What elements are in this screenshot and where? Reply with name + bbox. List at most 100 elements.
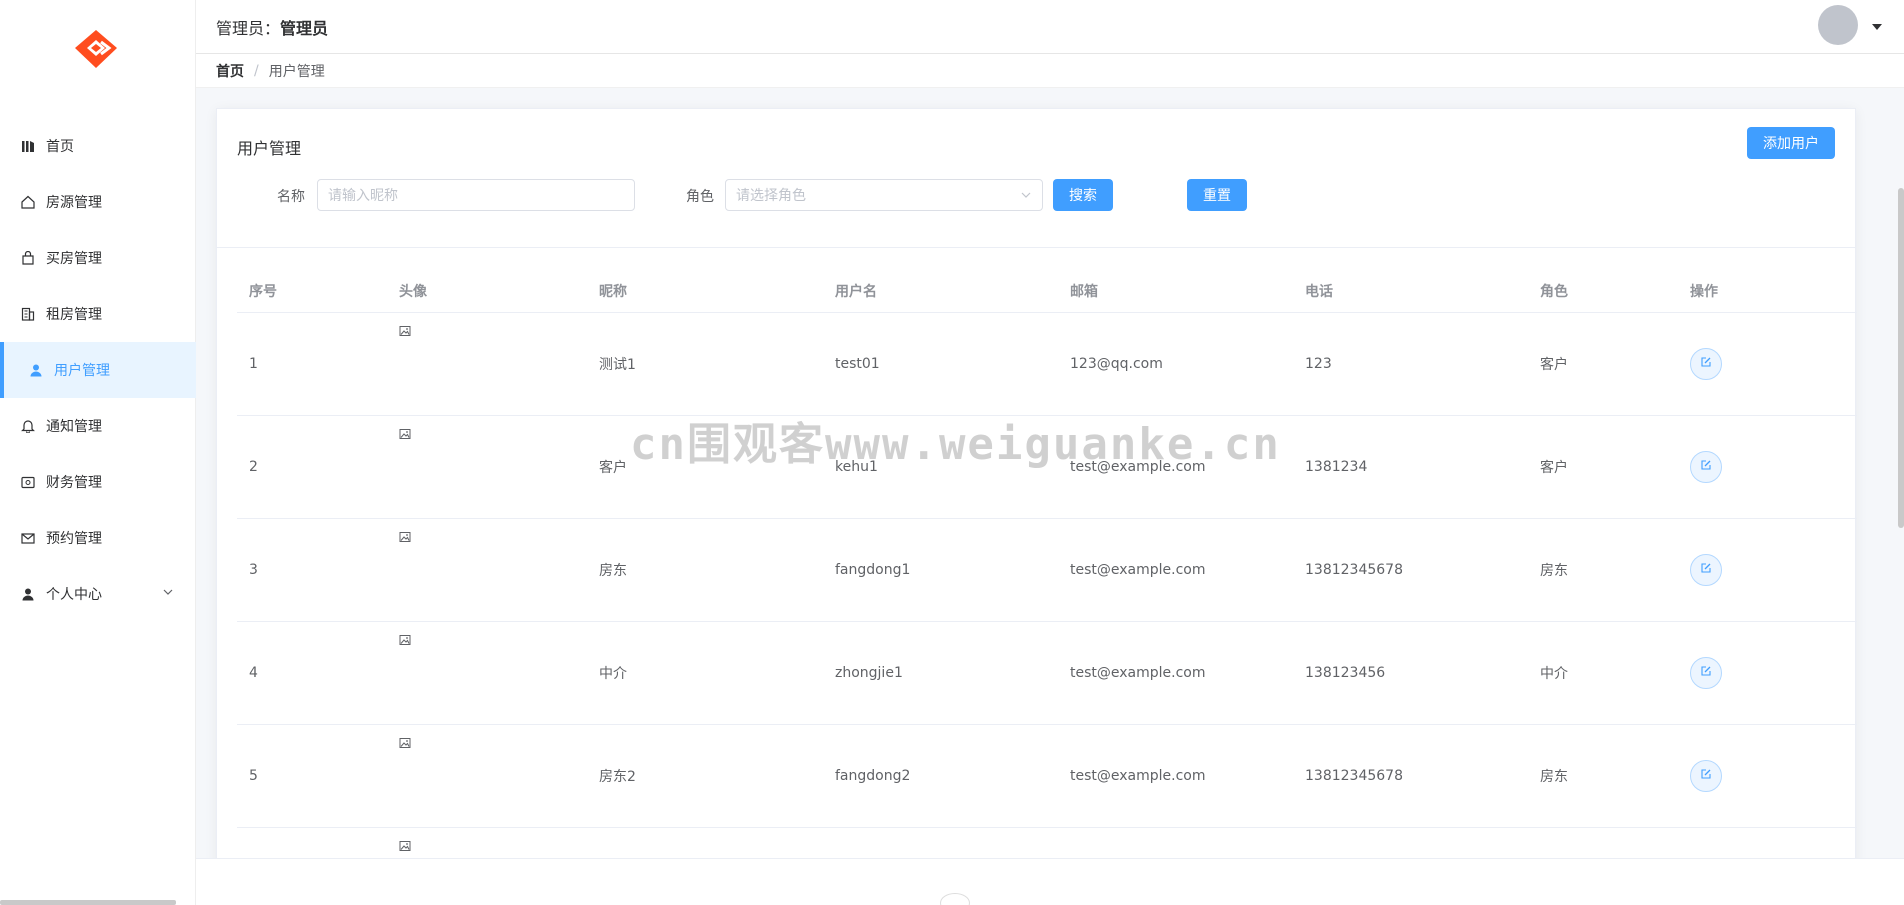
sidebar-item-7[interactable]: 预约管理 xyxy=(0,510,196,566)
breadcrumb-current: 用户管理 xyxy=(268,63,325,80)
avatar-cell xyxy=(387,519,587,621)
edit-button[interactable] xyxy=(1690,451,1722,483)
email-cell: test@example.com xyxy=(1070,768,1206,784)
user-avatar[interactable] xyxy=(1818,5,1858,45)
search-button[interactable]: 搜索 xyxy=(1053,179,1113,211)
row-index: 4 xyxy=(249,665,258,681)
role-select[interactable]: 请选择角色 xyxy=(725,179,1043,211)
row-index: 1 xyxy=(249,356,258,372)
sidebar-menu: 首页房源管理买房管理租房管理用户管理通知管理财务管理预约管理个人中心 xyxy=(0,118,196,622)
edit-icon xyxy=(1700,768,1712,784)
edit-icon xyxy=(1700,356,1712,372)
sidebar-item-5[interactable]: 通知管理 xyxy=(0,398,196,454)
add-user-button[interactable]: 添加用户 xyxy=(1747,127,1835,159)
edit-button[interactable] xyxy=(1690,760,1722,792)
nickname-cell: 测试1 xyxy=(599,357,636,373)
table-row: 1 测试1 test01 123@qq.com 123 客户 xyxy=(237,313,1857,416)
table-row: 3 房东 fangdong1 test@example.com 13812345678 房… xyxy=(237,519,1857,622)
caret-down-icon[interactable] xyxy=(1872,19,1882,35)
image-placeholder-icon xyxy=(399,428,411,444)
sidebar-item-6[interactable]: 财务管理 xyxy=(0,454,196,510)
image-placeholder-icon xyxy=(399,840,411,856)
role-cell: 房东 xyxy=(1540,563,1568,579)
admin-prefix: 管理员： xyxy=(216,19,281,38)
breadcrumb-home[interactable]: 首页 xyxy=(216,61,244,81)
main-content: 用户管理 添加用户 名称 请输入昵称 角色 请选择角色 搜索 重置 序号 头像 昵称… xyxy=(196,88,1904,905)
sidebar-item-label: 财务管理 xyxy=(46,475,102,491)
email-cell: test@example.com xyxy=(1070,665,1206,681)
username-cell: fangdong2 xyxy=(835,768,911,784)
sidebar-item-label: 首页 xyxy=(46,139,74,155)
column-header: 电话 xyxy=(1305,283,1333,300)
sidebar-item-0[interactable]: 首页 xyxy=(0,118,196,174)
table-header: 序号 头像 昵称 用户名 邮箱 电话 角色 操作 xyxy=(237,269,1857,313)
avatar-cell xyxy=(387,725,587,827)
edit-icon xyxy=(1700,459,1712,475)
user-icon xyxy=(20,586,36,602)
email-cell: 123@qq.com xyxy=(1070,356,1163,372)
column-header: 序号 xyxy=(249,283,277,300)
sidebar-item-label: 用户管理 xyxy=(54,363,110,379)
nickname-cell: 房东2 xyxy=(599,769,636,785)
sidebar-item-3[interactable]: 租房管理 xyxy=(0,286,196,342)
column-header: 昵称 xyxy=(599,283,627,300)
name-label: 名称 xyxy=(277,189,305,205)
sidebar-item-label: 房源管理 xyxy=(46,195,102,211)
sidebar-item-1[interactable]: 房源管理 xyxy=(0,174,196,230)
column-header: 邮箱 xyxy=(1070,283,1098,300)
sidebar-scrollbar[interactable] xyxy=(0,900,176,905)
username-cell: zhongjie1 xyxy=(835,665,903,681)
avatar-cell xyxy=(387,313,587,415)
nickname-input[interactable]: 请输入昵称 xyxy=(317,179,635,211)
avatar-cell xyxy=(387,622,587,724)
phone-cell: 13812345678 xyxy=(1305,562,1403,578)
user-icon xyxy=(28,362,44,378)
image-placeholder-icon xyxy=(399,325,411,341)
sidebar-item-4[interactable]: 用户管理 xyxy=(0,342,196,398)
card-divider xyxy=(217,247,1855,248)
user-management-card: 用户管理 添加用户 名称 请输入昵称 角色 请选择角色 搜索 重置 序号 头像 昵称… xyxy=(216,108,1857,898)
role-label: 角色 xyxy=(686,189,714,205)
operation-cell xyxy=(1678,725,1857,827)
edit-button[interactable] xyxy=(1690,554,1722,586)
operation-cell xyxy=(1678,519,1857,621)
avatar-cell xyxy=(387,416,587,518)
app-logo[interactable] xyxy=(67,28,125,72)
nickname-placeholder: 请输入昵称 xyxy=(328,188,398,204)
sidebar-item-2[interactable]: 买房管理 xyxy=(0,230,196,286)
sidebar: 首页房源管理买房管理租房管理用户管理通知管理财务管理预约管理个人中心 xyxy=(0,0,196,905)
breadcrumb: 首页 / 用户管理 xyxy=(196,54,1904,88)
edit-button[interactable] xyxy=(1690,348,1722,380)
row-index: 2 xyxy=(249,459,258,475)
bag-icon xyxy=(20,250,36,266)
reset-button[interactable]: 重置 xyxy=(1187,179,1247,211)
mail-icon xyxy=(20,530,36,546)
sidebar-item-label: 个人中心 xyxy=(46,587,102,603)
breadcrumb-separator: / xyxy=(254,62,259,79)
image-placeholder-icon xyxy=(399,531,411,547)
main-scrollbar[interactable] xyxy=(1898,188,1904,528)
top-header: 管理员：管理员 xyxy=(196,0,1904,54)
role-placeholder: 请选择角色 xyxy=(736,188,806,204)
operation-cell xyxy=(1678,416,1857,518)
table-body: 1 测试1 test01 123@qq.com 123 客户 2 客户 kehu1 test@ex… xyxy=(237,313,1857,905)
sidebar-item-8[interactable]: 个人中心 xyxy=(0,566,196,622)
table-row: 5 房东2 fangdong2 test@example.com 13812345678… xyxy=(237,725,1857,828)
sidebar-item-label: 租房管理 xyxy=(46,307,102,323)
operation-cell xyxy=(1678,622,1857,724)
sidebar-item-label: 预约管理 xyxy=(46,531,102,547)
role-cell: 房东 xyxy=(1540,769,1568,785)
phone-cell: 123 xyxy=(1305,356,1332,372)
bell-icon xyxy=(20,418,36,434)
nickname-cell: 中介 xyxy=(599,666,627,682)
edit-button[interactable] xyxy=(1690,657,1722,689)
card-title: 用户管理 xyxy=(237,139,302,158)
column-header: 用户名 xyxy=(835,283,877,300)
edit-icon xyxy=(1700,665,1712,681)
sidebar-item-label: 通知管理 xyxy=(46,419,102,435)
watermark: cn围观客www.weiguanke.cn xyxy=(630,419,1281,470)
phone-cell: 1381234 xyxy=(1305,459,1368,475)
image-placeholder-icon xyxy=(399,634,411,650)
admin-title: 管理员：管理员 xyxy=(216,15,328,39)
bottom-bar xyxy=(196,858,1904,905)
